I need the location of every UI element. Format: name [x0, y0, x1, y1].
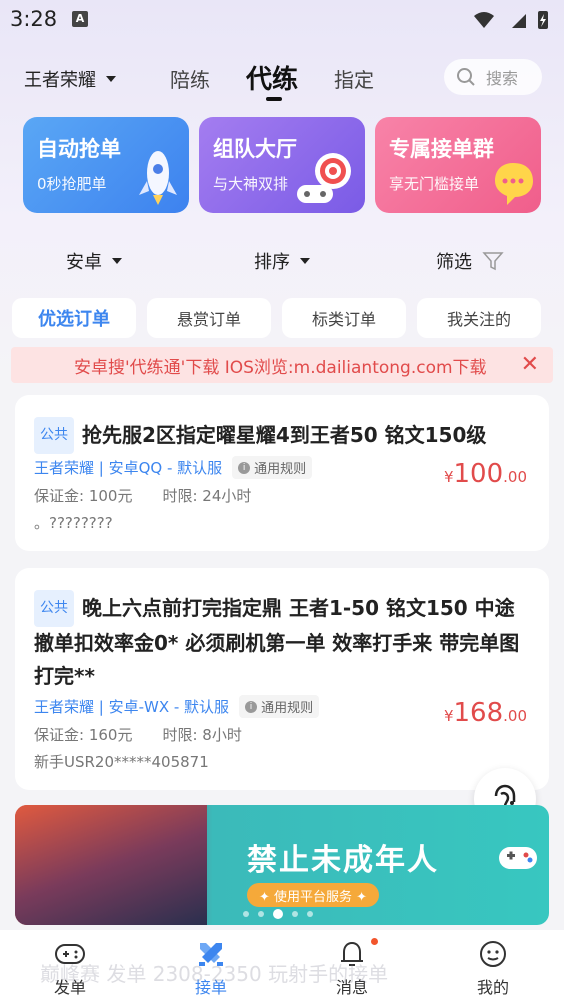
nav-label: 我的: [476, 978, 509, 997]
nav-label: 接单: [194, 978, 227, 997]
carousel-dot[interactable]: [243, 911, 249, 917]
nav-take-order[interactable]: 接单: [171, 938, 251, 998]
order-time-limit: 时限: 8小时: [162, 726, 242, 744]
bell-icon: [341, 941, 363, 966]
nav-label: 消息: [335, 978, 368, 997]
feature-exclusive-group[interactable]: 专属接单群 享无门槛接单: [375, 117, 541, 213]
crossed-swords-icon: [199, 943, 223, 966]
carousel-dot[interactable]: [292, 911, 298, 917]
funnel-icon: [482, 252, 504, 271]
search-input[interactable]: 搜索: [444, 59, 542, 95]
nav-label: 发单: [53, 978, 86, 997]
price-integer: 100: [453, 459, 504, 489]
rule-tag-label: 通用规则: [254, 462, 307, 477]
public-badge: 公共: [34, 590, 74, 627]
price-symbol: ¥: [443, 707, 454, 725]
rule-tag[interactable]: i 通用规则: [239, 695, 320, 718]
gamepad-icon: [499, 847, 537, 869]
game-selector-label: 王者荣耀: [24, 70, 96, 91]
status-time: 3:28: [10, 7, 58, 31]
order-price: ¥168.00: [444, 698, 527, 728]
rule-tag[interactable]: i 通用规则: [232, 456, 313, 479]
order-title-text: 晚上六点前打完指定鼎 王者1-50 铭文150 中途撤单扣效率金0* 必须刷机第…: [34, 596, 520, 688]
public-badge: 公共: [34, 417, 74, 454]
tab-peilian[interactable]: 陪练: [170, 64, 210, 93]
nav-profile[interactable]: 我的: [453, 938, 533, 998]
price-decimal: .00: [503, 707, 527, 725]
chevron-down-icon: [106, 76, 116, 82]
rocket-icon: [139, 151, 177, 205]
order-note: 。????????: [34, 514, 113, 532]
screen-filter[interactable]: 筛选: [436, 248, 504, 274]
chevron-down-icon: [112, 258, 122, 264]
rule-tag-label: 通用规则: [261, 701, 314, 716]
chevron-down-icon: [300, 258, 310, 264]
order-tab-standard[interactable]: 标类订单: [282, 298, 406, 338]
order-card[interactable]: 公共 抢先服2区指定曜星耀4到王者50 铭文150级 王者荣耀 | 安卓QQ - …: [15, 395, 549, 551]
search-icon: [457, 68, 475, 86]
close-icon[interactable]: ✕: [521, 352, 539, 377]
screen-filter-label: 筛选: [436, 252, 472, 273]
tab-zhiding[interactable]: 指定: [334, 64, 374, 93]
order-game-server: 王者荣耀 | 安卓QQ - 默认服: [34, 459, 223, 477]
notice-banner[interactable]: 安卓搜'代练通'下载 IOS浏览:m.dailiantong.com下载 ✕: [11, 347, 553, 383]
order-price: ¥100.00: [444, 459, 527, 489]
gamepad-icon: [55, 944, 85, 964]
platform-filter-label: 安卓: [66, 252, 102, 273]
order-tab-preferred[interactable]: 优选订单: [12, 298, 136, 338]
carousel-dot[interactable]: [307, 911, 313, 917]
banner-title: 禁止未成年人: [247, 843, 439, 878]
order-game-server: 王者荣耀 | 安卓-WX - 默认服: [34, 698, 230, 716]
tab-dailian[interactable]: 代练: [246, 59, 298, 96]
info-icon: i: [245, 700, 258, 713]
nav-post-order[interactable]: 发单: [30, 938, 110, 998]
banner-button[interactable]: ✦ 使用平台服务 ✦: [247, 883, 380, 907]
order-tab-bounty[interactable]: 悬赏订单: [147, 298, 271, 338]
promo-banner[interactable]: 禁止未成年人 ✦ 使用平台服务 ✦: [15, 805, 549, 925]
platform-filter[interactable]: 安卓: [66, 248, 122, 274]
status-bar: 3:28 A: [0, 0, 564, 40]
order-title: 公共 晚上六点前打完指定鼎 王者1-50 铭文150 中途撤单扣效率金0* 必须刷…: [34, 590, 531, 693]
info-icon: i: [238, 461, 251, 474]
system-status-icons: [474, 11, 548, 29]
unread-dot: [371, 938, 378, 945]
target-gamepad-icon: [297, 153, 351, 203]
order-title-text: 抢先服2区指定曜星耀4到王者50 铭文150级: [82, 423, 487, 447]
order-deposit: 保证金: 100元: [34, 487, 133, 505]
feature-team-hall[interactable]: 组队大厅 与大神双排: [199, 117, 365, 213]
order-deposit: 保证金: 160元: [34, 726, 133, 744]
face-icon: [480, 941, 506, 967]
order-time-limit: 时限: 24小时: [162, 487, 252, 505]
notice-text: 安卓搜'代练通'下载 IOS浏览:m.dailiantong.com下载: [74, 357, 487, 378]
carousel-dot[interactable]: [258, 911, 264, 917]
chat-bubble-icon: [495, 163, 533, 205]
search-placeholder: 搜索: [486, 69, 519, 88]
price-integer: 168: [453, 698, 504, 728]
game-selector[interactable]: 王者荣耀: [24, 66, 116, 92]
bottom-nav: 发单 接单 消息 我的: [0, 930, 564, 1004]
carousel-dot-active[interactable]: [273, 909, 283, 919]
price-symbol: ¥: [443, 468, 454, 486]
order-tab-following[interactable]: 我关注的: [417, 298, 541, 338]
order-note: 新手USR20*****405871: [34, 753, 209, 771]
nav-messages[interactable]: 消息: [312, 938, 392, 998]
banner-artwork: [15, 805, 207, 925]
sort-filter[interactable]: 排序: [254, 248, 310, 274]
order-title: 公共 抢先服2区指定曜星耀4到王者50 铭文150级: [34, 417, 531, 454]
price-decimal: .00: [503, 468, 527, 486]
carousel-dots: [243, 909, 313, 919]
active-tab-indicator: [266, 97, 282, 101]
sort-filter-label: 排序: [254, 252, 290, 273]
notification-icon: A: [72, 11, 88, 27]
top-nav: 王者荣耀 陪练 代练 指定 搜索: [0, 56, 564, 106]
order-card[interactable]: 公共 晚上六点前打完指定鼎 王者1-50 铭文150 中途撤单扣效率金0* 必须刷…: [15, 568, 549, 790]
feature-auto-grab[interactable]: 自动抢单 0秒抢肥单: [23, 117, 189, 213]
